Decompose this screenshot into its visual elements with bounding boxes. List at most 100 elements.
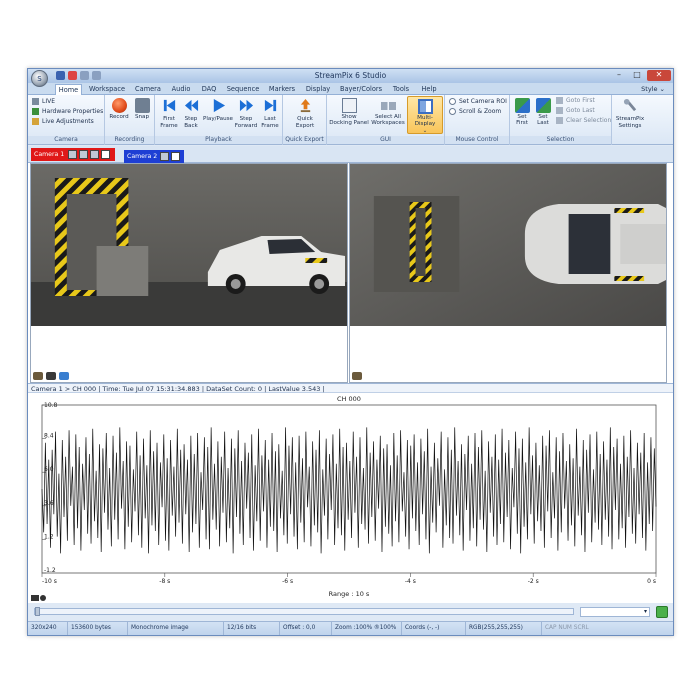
roi-radio-icon (449, 98, 456, 105)
hardware-properties-button[interactable]: Hardware Properties (32, 107, 103, 116)
tab-daq[interactable]: DAQ (198, 84, 220, 95)
step-back-icon (184, 99, 198, 112)
chart-series-group (41, 427, 657, 554)
first-frame-button[interactable]: First Frame (158, 98, 180, 129)
camera-1-device-icon (33, 372, 43, 380)
set-camera-roi-label: Set Camera ROI (459, 98, 507, 105)
play-pause-button[interactable]: Play/Pause (203, 98, 233, 123)
camera-1-frame-image (31, 164, 347, 326)
settings-label-2: Settings (618, 122, 642, 129)
status-bytes: 153600 bytes (68, 622, 128, 635)
app-menu-orb-icon[interactable]: S (31, 70, 48, 87)
status-coords: Coords (-, -) (402, 622, 466, 635)
tab-markers[interactable]: Markers (266, 84, 298, 95)
minimize-button[interactable]: – (611, 70, 627, 81)
camera-1-record-icon[interactable] (90, 150, 100, 159)
tab-audio[interactable]: Audio (168, 84, 194, 95)
camera-2-tab-label: Camera 2 (127, 153, 158, 160)
multi-display-button[interactable]: Multi-Display ⌄ (407, 96, 443, 134)
scroll-zoom-label: Scroll & Zoom (459, 108, 502, 115)
live-adjustments-button[interactable]: Live Adjustments (32, 117, 94, 126)
x-tick-label: -2 s (528, 578, 539, 585)
apply-icon[interactable] (656, 606, 668, 618)
goto-first-icon (556, 97, 563, 104)
timeline-dropdown[interactable]: ▾ (580, 607, 650, 617)
streampix-settings-button[interactable]: StreamPix Settings (613, 98, 647, 129)
daq-chart[interactable]: CH 000 Range : 10 s 10.8 8.4 6.0 3.6 1.2 -1.2… (28, 393, 673, 603)
set-camera-roi-option[interactable]: Set Camera ROI (449, 97, 507, 106)
camera-2-close-icon[interactable] (171, 152, 181, 161)
tab-bayer-colors[interactable]: Bayer/Colors (338, 84, 384, 95)
status-resolution: 320x240 (28, 622, 68, 635)
tab-camera[interactable]: Camera (132, 84, 164, 95)
camera-1-close-icon[interactable] (101, 150, 111, 159)
group-label-mouse-control: Mouse Control (445, 136, 509, 144)
select-all-label-2: Workspaces (371, 120, 405, 127)
group-label-gui: GUI (327, 136, 444, 144)
status-indicators: CAP NUM SCRL (545, 625, 589, 631)
camera-1-tab[interactable]: Camera 1 (31, 148, 115, 161)
camera-views (28, 163, 673, 383)
camera-2-tab[interactable]: Camera 2 (124, 150, 184, 163)
tab-display[interactable]: Display (303, 84, 333, 95)
tab-sequence[interactable]: Sequence (225, 84, 261, 95)
quick-export-button[interactable]: Quick Export (289, 98, 321, 129)
tab-help[interactable]: Help (418, 84, 440, 95)
timeline-row: ▾ (28, 605, 673, 619)
status-zoom: Zoom :100% ®100% (332, 622, 402, 635)
status-rgb: RGB(255,255,255) (466, 622, 542, 635)
camera-1-signal-icon (59, 372, 69, 380)
group-quick-export: Quick Export Quick Export (283, 95, 327, 145)
x-tick-label: 0 s (647, 578, 656, 585)
camera-1-view[interactable] (30, 163, 348, 383)
last-frame-icon (264, 99, 276, 112)
x-tick-label: -10 s (42, 578, 57, 585)
timeline-slider-thumb[interactable] (35, 607, 40, 616)
last-frame-label-2: Frame (261, 122, 279, 129)
y-tick-label: 10.8 (44, 402, 58, 409)
scroll-zoom-option[interactable]: Scroll & Zoom (449, 107, 501, 116)
camera-1-layout-icon[interactable] (79, 150, 89, 159)
camera-2-view[interactable] (349, 163, 667, 383)
group-label-quick-export: Quick Export (283, 136, 326, 144)
ribbon: LIVE Hardware Properties Live Adjustment… (28, 95, 673, 145)
camera-2-device-icon (352, 372, 362, 380)
tab-tools[interactable]: Tools (389, 84, 413, 95)
group-selection: Set First Set Last Goto First Goto Last … (510, 95, 612, 145)
goto-last-label: Goto Last (566, 107, 595, 114)
camera-2-view-icon[interactable] (160, 152, 170, 161)
first-frame-icon (163, 99, 175, 112)
app-window: StreamPix 6 Studio – □ ✕ S Home Workspac… (27, 68, 674, 636)
set-last-button[interactable]: Set Last (533, 98, 553, 127)
set-first-label-2: First (516, 120, 528, 127)
show-docking-panel-button[interactable]: Show Docking Panel (329, 98, 369, 127)
goto-first-button[interactable]: Goto First (556, 96, 595, 105)
status-bits: 12/16 bits (224, 622, 280, 635)
camera-snap-icon (134, 98, 150, 113)
timeline-slider-track[interactable] (34, 607, 574, 616)
live-checkbox[interactable]: LIVE (32, 97, 55, 106)
record-button[interactable]: Record (108, 98, 130, 120)
status-bar: 320x240 153600 bytes Monochrome image 12… (28, 621, 673, 635)
app-orb-glyph: S (37, 74, 42, 83)
tab-workspace[interactable]: Workspace (88, 84, 126, 95)
x-tick-label: -4 s (405, 578, 416, 585)
set-last-icon (535, 98, 551, 113)
close-button[interactable]: ✕ (647, 70, 671, 81)
step-back-button[interactable]: Step Back (180, 98, 202, 129)
camera-1-view-icon[interactable] (68, 150, 78, 159)
set-first-button[interactable]: Set First (512, 98, 532, 127)
adjustments-icon (32, 118, 39, 125)
clear-selection-button[interactable]: Clear Selection (556, 116, 611, 125)
workspaces-icon (380, 102, 396, 110)
snap-label: Snap (134, 114, 150, 120)
daq-chart-svg: CH 000 Range : 10 s 10.88.46.03.61.2-1.2… (41, 395, 657, 598)
chart-device-icon (31, 595, 39, 601)
maximize-button[interactable]: □ (629, 70, 645, 81)
select-all-workspaces-button[interactable]: Select All Workspaces (369, 98, 407, 127)
step-forward-button[interactable]: Step Forward (234, 98, 258, 129)
style-menu[interactable]: Style ⌄ (641, 84, 665, 95)
last-frame-button[interactable]: Last Frame (259, 98, 281, 129)
snap-button[interactable]: Snap (131, 98, 153, 120)
goto-last-button[interactable]: Goto Last (556, 106, 595, 115)
